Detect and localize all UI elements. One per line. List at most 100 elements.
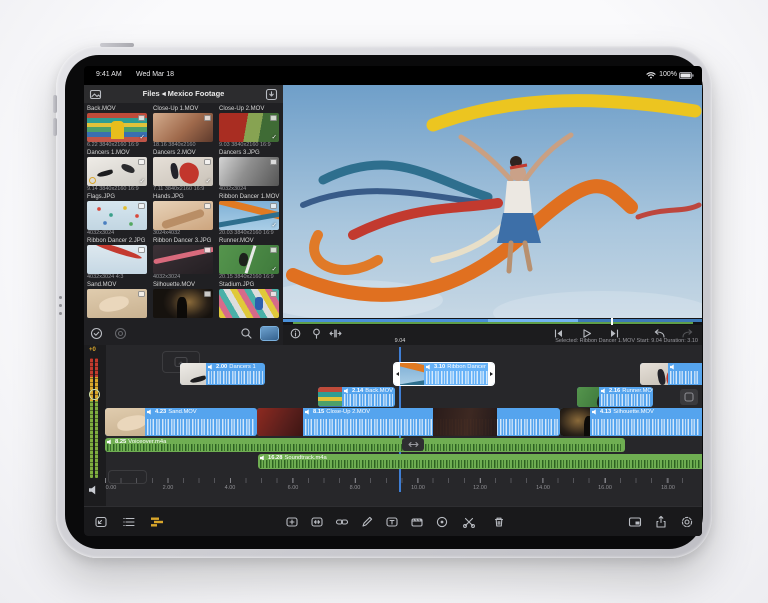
record-icon[interactable] — [435, 515, 449, 529]
library-clip[interactable]: Dancers 1.MOV ✓ 9.14 3840x2160 16:9 — [87, 149, 149, 193]
library-footer — [84, 323, 283, 345]
clip-thumbnail[interactable]: ✓ — [219, 201, 279, 230]
timeline-clip-ribbon-selected[interactable]: 3.10Ribbon Dancer 1.M — [394, 363, 494, 385]
clip-thumbnail[interactable] — [219, 289, 279, 318]
scissors-icon[interactable] — [462, 515, 476, 529]
clip-thumbnail[interactable] — [153, 289, 213, 318]
select-check-icon[interactable] — [90, 327, 103, 340]
library-clip[interactable]: Close-Up 1.MOV 18.16 3840x2160 — [153, 105, 215, 149]
used-check-icon: ✓ — [272, 133, 277, 141]
active-source-button[interactable] — [261, 327, 278, 340]
smart-connector-dot — [59, 304, 62, 307]
timeline-overview-strip[interactable] — [283, 318, 702, 325]
clip-thumbnail[interactable]: ✓ — [153, 157, 213, 186]
used-check-icon: ✓ — [272, 221, 277, 229]
ipad-device: 9:41 AM Wed Mar 18 100% Files ◂ Mexico F… — [56, 46, 712, 558]
top-button[interactable] — [100, 43, 134, 47]
clip-thumbnail[interactable] — [153, 113, 213, 142]
screen: 9:41 AM Wed Mar 18 100% Files ◂ Mexico F… — [84, 66, 702, 536]
timeline-clip-silhouette[interactable]: 4.13Silhouette.MOV — [560, 408, 702, 436]
timeline-ruler[interactable]: 0.00 2.00 4.00 6.00 8.00 10.00 12.00 14.… — [84, 478, 702, 492]
overview-playhead[interactable] — [611, 318, 613, 325]
used-check-icon: ✓ — [206, 177, 211, 185]
import-icon[interactable] — [265, 88, 278, 101]
preview-layout-icon[interactable] — [628, 515, 642, 529]
library-clip[interactable]: Back.MOV ✓ 6.22 3840x2160 16:9 — [87, 105, 149, 149]
clip-thumbnail[interactable]: ✓ — [219, 113, 279, 142]
photo-badge-icon — [204, 247, 211, 253]
photo-badge-icon — [138, 203, 145, 209]
library-title[interactable]: Files ◂ Mexico Footage — [84, 85, 283, 103]
photo-badge-icon — [270, 159, 277, 165]
settings-gear-icon[interactable] — [680, 515, 694, 529]
clip-thumbnail[interactable] — [219, 157, 279, 186]
video-badge-icon — [204, 115, 211, 121]
marker-icon[interactable] — [311, 328, 322, 339]
timeline-clip-voiceover[interactable]: 8.25Voiceover.m4a — [105, 438, 625, 452]
info-icon[interactable] — [290, 328, 301, 339]
library-clip[interactable]: Sand.MOV — [87, 281, 149, 325]
timeline-clip-back[interactable]: 2.14Back.MOV — [318, 387, 395, 407]
status-time: 9:41 AM — [96, 71, 122, 78]
clip-thumbnail[interactable]: ✓ — [87, 113, 147, 142]
overview-audio-segment — [293, 322, 693, 324]
preview-frame — [283, 85, 702, 318]
meter-ring[interactable] — [89, 389, 100, 400]
timeline-clip-runner[interactable]: 2.16Runner.MOV — [577, 387, 653, 407]
edit-pencil-icon[interactable] — [360, 515, 374, 529]
trim-handle-right[interactable] — [488, 363, 494, 385]
share-icon[interactable] — [654, 515, 668, 529]
timeline-clip-closeup2[interactable]: 8.15Close-Up 2.MOV — [257, 408, 560, 436]
trash-icon[interactable] — [492, 515, 506, 529]
link-icon[interactable] — [335, 515, 349, 529]
search-icon[interactable] — [240, 327, 253, 340]
library-clip[interactable]: Runner.MOV ✓ 20.15 3840x2160 16:9 — [219, 237, 281, 281]
audio-fade-handle[interactable] — [402, 438, 424, 451]
status-bar: 9:41 AM Wed Mar 18 100% — [84, 66, 702, 85]
clip-thumbnail[interactable] — [153, 245, 213, 274]
video-preview[interactable] — [283, 85, 702, 318]
trim-icon[interactable] — [329, 328, 342, 339]
timeline-clip-dancers2[interactable] — [640, 363, 702, 385]
clip-options-button[interactable] — [680, 389, 698, 405]
library-clip[interactable]: Hands.JPG 3024x4032 — [153, 193, 215, 237]
timeline-clip-sand[interactable]: 4.23Sand.MOV — [105, 408, 257, 436]
video-badge-icon — [204, 159, 211, 165]
overwrite-clip-icon[interactable] — [310, 515, 324, 529]
clip-thumbnail[interactable] — [153, 201, 213, 230]
library-clip[interactable]: Stadium.JPG — [219, 281, 281, 325]
library-clip[interactable]: Ribbon Dancer 2.JPG 4032x3024 4:3 — [87, 237, 149, 281]
timeline-view-icon[interactable] — [150, 515, 164, 529]
library-clip[interactable]: Ribbon Dancer 3.JPG 4032x3024 — [153, 237, 215, 281]
library-clip[interactable]: Dancers 3.JPG 4032x3024 — [219, 149, 281, 193]
clip-thumbnail[interactable] — [87, 201, 147, 230]
insert-clip-icon[interactable] — [285, 515, 299, 529]
library-clip[interactable]: Flags.JPG 4032x3024 — [87, 193, 149, 237]
wifi-icon — [646, 71, 656, 79]
clapperboard-icon[interactable] — [410, 515, 424, 529]
trim-handle-left[interactable] — [394, 363, 400, 385]
timeline-clip-soundtrack[interactable]: 16.28Soundtrack.m4a — [258, 454, 702, 469]
gain-label: +0 — [89, 347, 96, 353]
clip-thumbnail[interactable] — [87, 245, 147, 274]
clip-thumbnail[interactable]: ✓ — [87, 157, 147, 186]
library-clip[interactable]: Close-Up 2.MOV ✓ 9.03 3840x2160 16:9 — [219, 105, 281, 149]
library-clip[interactable]: Dancers 2.MOV ✓ 7.11 3840x2160 16:9 — [153, 149, 215, 193]
volume-up-button[interactable] — [53, 95, 57, 113]
selection-info: Selected: Ribbon Dancer 1.MOV Start: 9.0… — [555, 338, 698, 344]
camera-icon[interactable] — [114, 327, 127, 340]
import-clip-icon[interactable] — [94, 515, 108, 529]
library-clip[interactable]: Silhouette.MOV — [153, 281, 215, 325]
used-check-icon: ✓ — [140, 177, 145, 185]
photo-badge-icon — [138, 247, 145, 253]
volume-down-button[interactable] — [53, 118, 57, 136]
clip-list-icon[interactable] — [122, 515, 136, 529]
video-badge-icon — [204, 291, 211, 297]
clip-thumbnail[interactable] — [87, 289, 147, 318]
video-badge-icon — [138, 115, 145, 121]
library-clip[interactable]: Ribbon Dancer 1.MOV ✓ 20.03 3840x2160 16… — [219, 193, 281, 237]
photo-badge-icon — [204, 203, 211, 209]
clip-thumbnail[interactable]: ✓ — [219, 245, 279, 274]
timeline-clip-dancers1[interactable]: 2.00Dancers 1 — [180, 363, 265, 385]
titles-icon[interactable] — [385, 515, 399, 529]
